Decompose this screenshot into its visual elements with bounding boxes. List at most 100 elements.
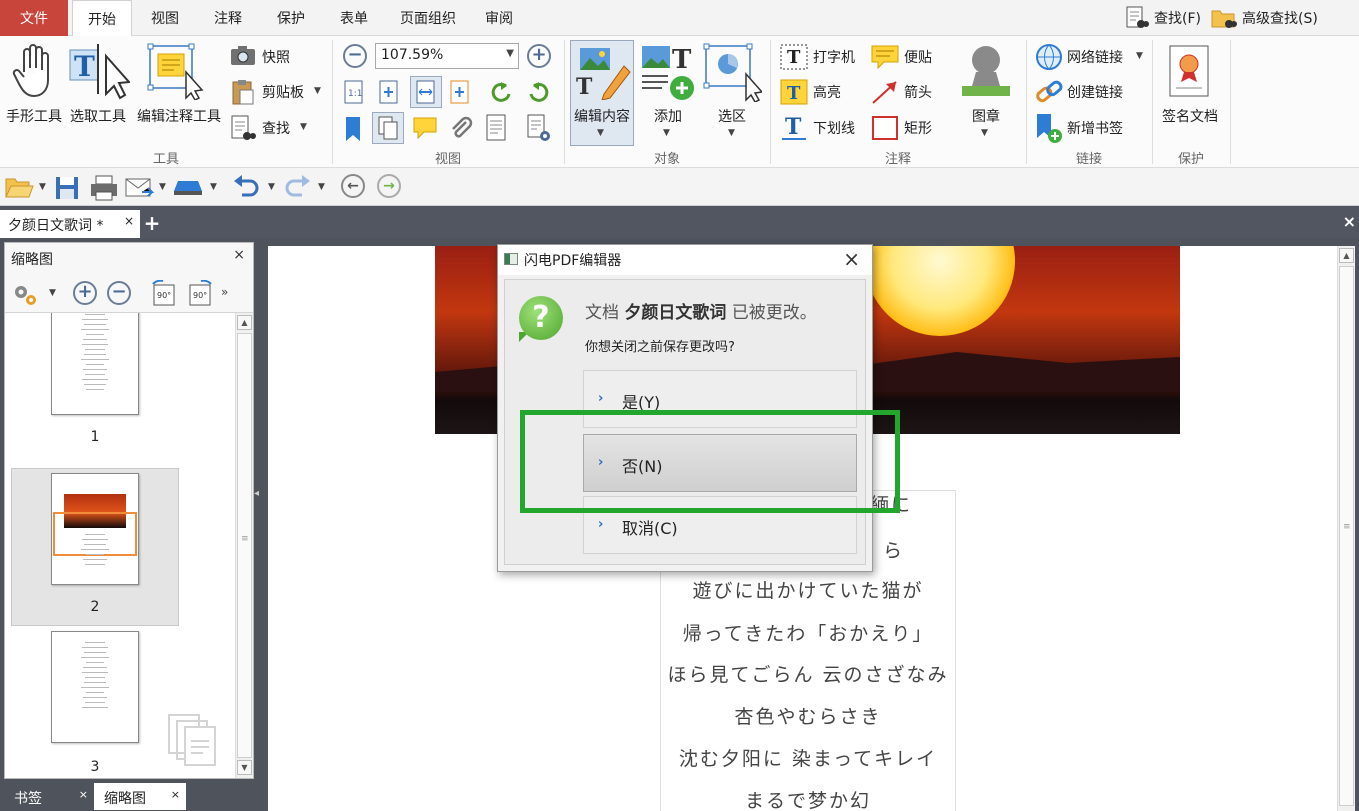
edit-annotation-tool-button[interactable]: 编辑注释工具 bbox=[134, 106, 224, 126]
highlight-button[interactable]: 高亮 bbox=[813, 82, 841, 102]
sign-document-button[interactable]: 签名文档 bbox=[1158, 106, 1222, 126]
save-icon[interactable] bbox=[54, 175, 80, 201]
tab-annotate[interactable]: 注释 bbox=[203, 0, 253, 36]
find-ribbon-button[interactable]: 查找 bbox=[262, 118, 290, 138]
zoom-in-icon[interactable]: + bbox=[527, 44, 551, 68]
tab-protect[interactable]: 保护 bbox=[266, 0, 316, 36]
print-icon[interactable] bbox=[89, 174, 119, 202]
add-button[interactable]: 添加 bbox=[642, 106, 694, 126]
thumbnail-scrollbar[interactable]: ▲ ≡ ▼ bbox=[235, 313, 253, 778]
new-tab-icon[interactable]: + bbox=[142, 213, 162, 234]
scroll-thumb[interactable]: ≡ bbox=[237, 333, 252, 758]
web-link-button[interactable]: 网络链接 bbox=[1067, 47, 1123, 67]
forward-icon[interactable]: → bbox=[377, 174, 401, 198]
create-link-button[interactable]: 创建链接 bbox=[1067, 82, 1123, 102]
snapshot-button[interactable]: 快照 bbox=[262, 47, 290, 67]
fit-page-icon[interactable] bbox=[378, 80, 400, 104]
open-folder-icon[interactable] bbox=[4, 175, 34, 199]
scan-icon[interactable] bbox=[172, 177, 204, 197]
edit-annotation-icon bbox=[147, 43, 204, 100]
rotate-left-icon[interactable] bbox=[490, 80, 514, 104]
thumbnail-page-1[interactable] bbox=[51, 313, 139, 415]
hand-tool-button[interactable]: 手形工具 bbox=[2, 106, 66, 126]
clipboard-dropdown-icon[interactable]: ▼ bbox=[314, 86, 321, 96]
select-area-dropdown-icon[interactable]: ▼ bbox=[728, 128, 735, 138]
close-tab-icon[interactable]: × bbox=[124, 214, 134, 228]
email-dropdown-icon[interactable]: ▼ bbox=[159, 182, 166, 192]
select-text-icon: T bbox=[69, 44, 130, 100]
doc-scroll-thumb[interactable]: ≡ bbox=[1339, 266, 1354, 806]
enlarge-thumbnails-icon[interactable]: + bbox=[73, 281, 97, 305]
select-tool-button[interactable]: 选取工具 bbox=[66, 106, 130, 126]
find-dropdown-icon[interactable]: ▼ bbox=[300, 122, 307, 132]
rotate-cw-page-icon[interactable]: 90° bbox=[185, 280, 215, 308]
zoom-dropdown-icon[interactable]: ▼ bbox=[506, 48, 514, 59]
dialog-message: 文档 夕颜日文歌词 已被更改。 bbox=[585, 298, 817, 323]
new-bookmark-button[interactable]: 新增书签 bbox=[1067, 118, 1123, 138]
advanced-find-button[interactable]: 高级查找(S) bbox=[1210, 4, 1318, 32]
attachment-icon[interactable] bbox=[448, 116, 474, 142]
thumbnails-tab[interactable]: 缩略图 × bbox=[94, 783, 186, 810]
close-document-icon[interactable]: × bbox=[1343, 212, 1356, 231]
tab-view[interactable]: 视图 bbox=[140, 0, 190, 36]
rectangle-button[interactable]: 矩形 bbox=[904, 118, 932, 138]
shrink-thumbnails-icon[interactable]: − bbox=[107, 281, 131, 305]
fit-visible-icon[interactable] bbox=[449, 80, 471, 104]
undo-dropdown-icon[interactable]: ▼ bbox=[268, 182, 275, 192]
panel-collapse-icon[interactable]: ◂ bbox=[254, 488, 262, 518]
typewriter-button[interactable]: 打字机 bbox=[813, 47, 855, 67]
edit-content-button[interactable]: 编辑内容 bbox=[568, 106, 636, 126]
zoom-out-icon[interactable]: − bbox=[343, 44, 367, 68]
redo-dropdown-icon[interactable]: ▼ bbox=[318, 182, 325, 192]
find-button[interactable]: 查找(F) bbox=[1124, 4, 1201, 32]
tab-form[interactable]: 表单 bbox=[329, 0, 379, 36]
undo-icon[interactable] bbox=[232, 175, 260, 199]
stamp-dropdown-icon[interactable]: ▼ bbox=[981, 128, 988, 138]
document-scrollbar[interactable]: ▲ ≡ bbox=[1337, 246, 1355, 811]
thumbnail-page-3[interactable] bbox=[51, 631, 139, 743]
dialog-close-icon[interactable]: × bbox=[843, 247, 860, 271]
options-gear-icon[interactable] bbox=[11, 282, 43, 308]
thumbnail-page-2[interactable] bbox=[51, 473, 139, 585]
tab-organize[interactable]: 页面组织 bbox=[390, 0, 466, 36]
add-dropdown-icon[interactable]: ▼ bbox=[663, 128, 670, 138]
select-area-button[interactable]: 选区 bbox=[706, 106, 758, 126]
group-separator bbox=[1230, 40, 1231, 164]
rotate-right-icon[interactable] bbox=[526, 80, 550, 104]
underline-button[interactable]: 下划线 bbox=[813, 118, 855, 138]
actual-size-icon[interactable]: 1:1 bbox=[343, 80, 365, 104]
bookmark-icon[interactable] bbox=[343, 116, 363, 142]
close-bookmarks-tab-icon[interactable]: × bbox=[79, 788, 88, 801]
scroll-grip-icon: ≡ bbox=[241, 534, 249, 544]
group-separator bbox=[332, 40, 333, 164]
email-icon[interactable] bbox=[124, 175, 154, 201]
more-options-icon[interactable]: » bbox=[221, 285, 228, 299]
comments-icon[interactable] bbox=[412, 116, 438, 140]
web-link-dropdown-icon[interactable]: ▼ bbox=[1136, 51, 1143, 61]
tab-review[interactable]: 审阅 bbox=[474, 0, 524, 36]
redo-icon[interactable] bbox=[284, 175, 312, 199]
edit-content-dropdown-icon[interactable]: ▼ bbox=[597, 128, 604, 138]
scroll-down-icon[interactable]: ▼ bbox=[237, 760, 252, 775]
doc-scroll-up-icon[interactable]: ▲ bbox=[1339, 248, 1354, 263]
document-tab[interactable]: 夕颜日文歌词 * × bbox=[0, 210, 140, 238]
sticky-note-button[interactable]: 便贴 bbox=[904, 47, 932, 67]
stamp-button[interactable]: 图章 bbox=[962, 106, 1010, 126]
scan-dropdown-icon[interactable]: ▼ bbox=[210, 182, 217, 192]
page-info-icon[interactable] bbox=[484, 114, 508, 142]
close-thumbnails-tab-icon[interactable]: × bbox=[171, 788, 180, 801]
back-icon[interactable]: ← bbox=[341, 174, 365, 198]
tab-home[interactable]: 开始 bbox=[72, 0, 132, 37]
bookmarks-tab[interactable]: 书签 × bbox=[4, 783, 92, 810]
clipboard-button[interactable]: 剪贴板 bbox=[262, 82, 304, 102]
zoom-level-input[interactable]: 107.59% ▼ bbox=[375, 43, 519, 69]
open-dropdown-icon[interactable]: ▼ bbox=[39, 182, 46, 192]
scroll-up-icon[interactable]: ▲ bbox=[237, 315, 252, 330]
file-menu-tab[interactable]: 文件 bbox=[0, 0, 68, 36]
arrow-button[interactable]: 箭头 bbox=[904, 82, 932, 102]
rotate-ccw-page-icon[interactable]: 90° bbox=[149, 280, 179, 308]
fit-width-icon bbox=[416, 80, 435, 104]
page-settings-icon[interactable] bbox=[526, 114, 552, 144]
options-dropdown-icon[interactable]: ▼ bbox=[49, 288, 56, 298]
close-panel-icon[interactable]: × bbox=[233, 247, 245, 263]
